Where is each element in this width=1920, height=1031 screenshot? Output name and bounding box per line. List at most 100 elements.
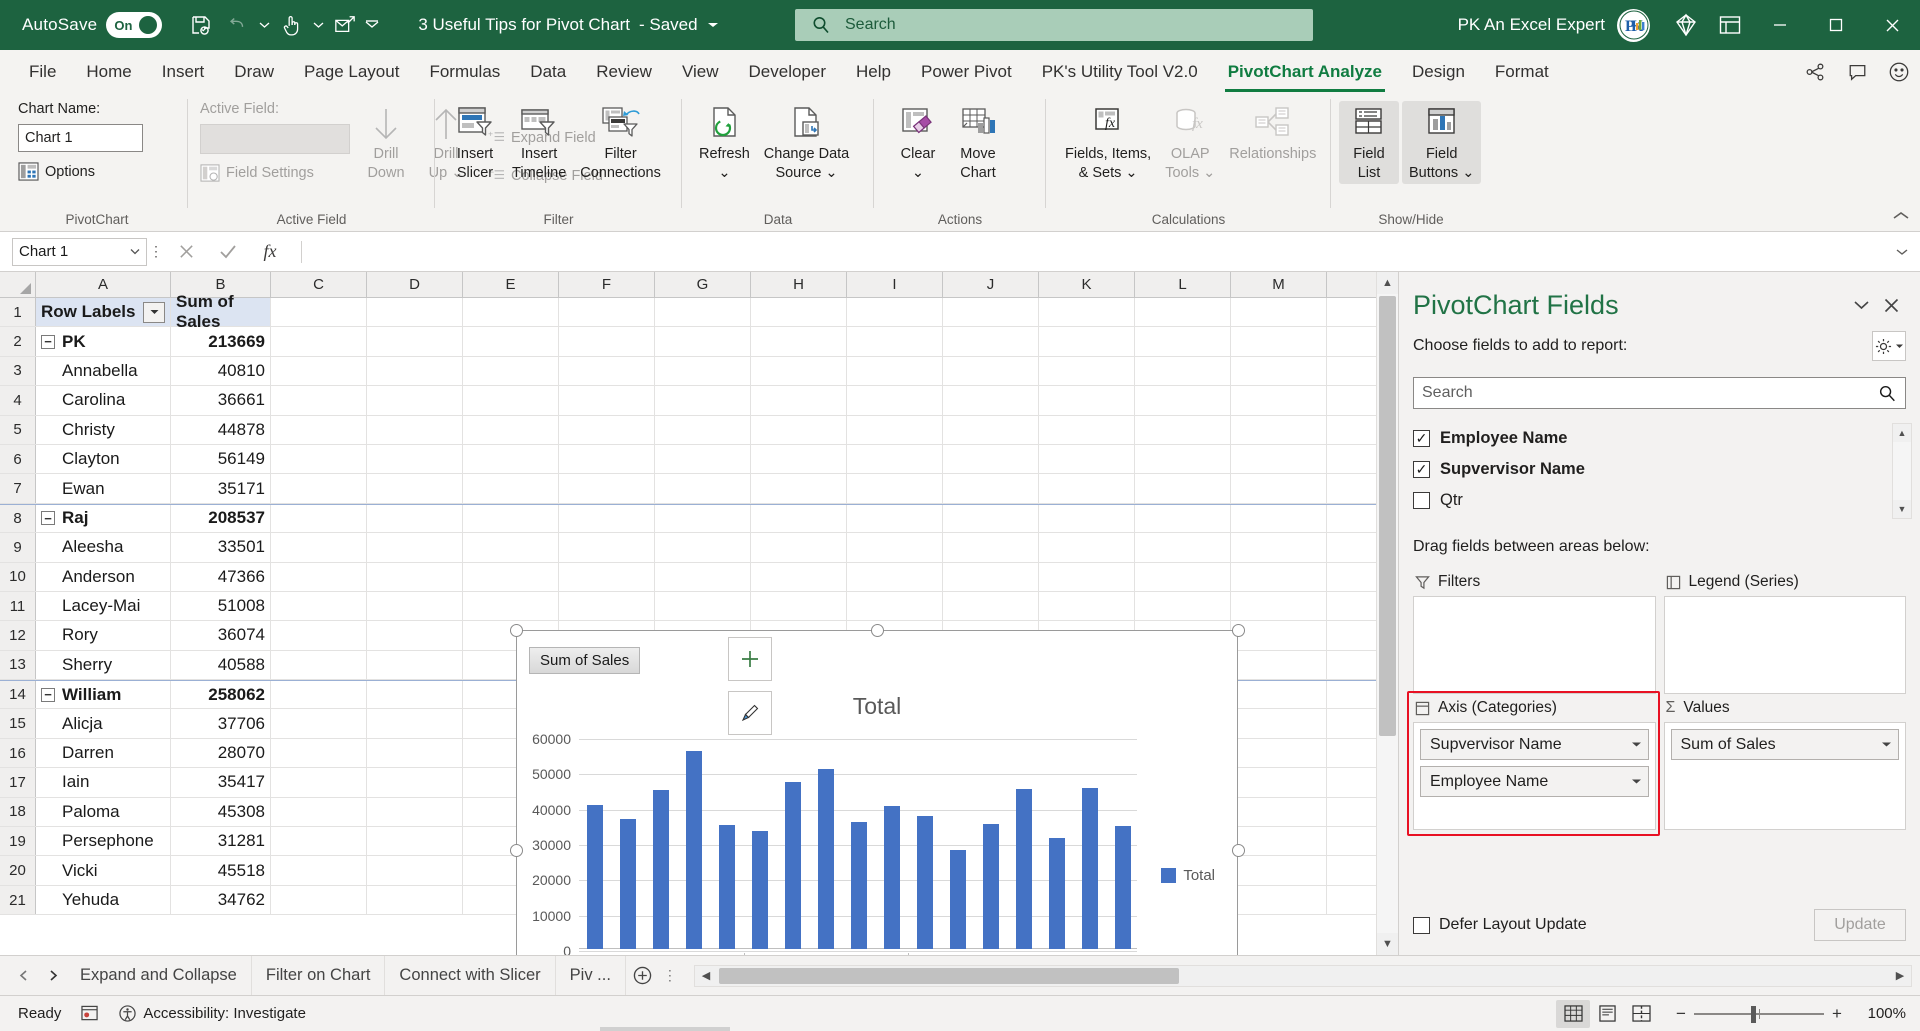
chart-bar[interactable]	[851, 821, 867, 949]
vertical-scrollbar[interactable]: ▲ ▼	[1376, 272, 1398, 955]
chart-styles-button[interactable]	[728, 691, 772, 735]
customize-qat-icon[interactable]	[364, 8, 380, 42]
cell-f[interactable]	[559, 298, 655, 327]
cell-m[interactable]	[1231, 504, 1327, 533]
cell-m[interactable]	[1231, 650, 1327, 680]
table-row[interactable]: 11 Lacey-Mai 51008	[0, 591, 1398, 622]
row-header[interactable]: 20	[0, 856, 36, 885]
zoom-slider[interactable]: − +	[1668, 1001, 1850, 1027]
cell-c[interactable]	[271, 386, 367, 415]
search-box[interactable]	[795, 9, 1313, 41]
cell-b[interactable]: 56149	[171, 444, 271, 474]
cell-f[interactable]	[559, 504, 655, 533]
tab-design[interactable]: Design	[1397, 52, 1480, 92]
zoom-level-label[interactable]: 100%	[1860, 1005, 1920, 1022]
row-header[interactable]: 21	[0, 885, 36, 915]
cell-m[interactable]	[1231, 768, 1327, 797]
cancel-formula-button[interactable]	[165, 237, 207, 267]
cell-g[interactable]	[655, 562, 751, 591]
hscroll-right-button[interactable]: ▶	[1889, 966, 1911, 986]
sheet-tab-filter-on-chart[interactable]: Filter on Chart	[252, 955, 386, 996]
area-dropzone-axis[interactable]: Supvervisor Name Employee Name	[1413, 722, 1656, 830]
undo-icon[interactable]	[220, 8, 254, 42]
field-item-employee-name[interactable]: ✓ Employee Name	[1413, 423, 1906, 454]
cell-c[interactable]	[271, 797, 367, 827]
chart-bar[interactable]	[752, 830, 769, 949]
drill-down-button[interactable]: Drill Down	[356, 101, 416, 212]
tab-file[interactable]: File	[14, 52, 71, 92]
cell-a[interactable]: Alicja	[36, 709, 171, 738]
cell-e[interactable]	[463, 327, 559, 356]
cell-b[interactable]: 35417	[171, 768, 271, 797]
cell-m[interactable]	[1231, 298, 1327, 327]
cell-e[interactable]	[463, 504, 559, 533]
cell-c[interactable]	[271, 650, 367, 680]
collapse-group-button[interactable]: −	[41, 687, 55, 702]
row-header[interactable]: 4	[0, 386, 36, 415]
cell-a[interactable]: Sherry	[36, 650, 171, 680]
cell-d[interactable]	[367, 856, 463, 885]
cell-m[interactable]	[1231, 738, 1327, 768]
cell-j[interactable]	[943, 386, 1039, 415]
row-header[interactable]: 15	[0, 709, 36, 738]
cell-i[interactable]	[847, 504, 943, 533]
zoom-in-button[interactable]: +	[1824, 1001, 1850, 1027]
scroll-down-button[interactable]: ▼	[1377, 933, 1398, 955]
table-row[interactable]: 3 Annabella 40810	[0, 356, 1398, 387]
document-title[interactable]: 3 Useful Tips for Pivot Chart - Saved	[418, 15, 718, 35]
cell-c[interactable]	[271, 415, 367, 444]
cell-d[interactable]	[367, 621, 463, 650]
chart-bar[interactable]	[818, 768, 835, 949]
cell-c[interactable]	[271, 738, 367, 768]
cell-k[interactable]	[1039, 474, 1135, 503]
cell-c[interactable]	[271, 356, 367, 386]
cell-d[interactable]	[367, 444, 463, 474]
cell-m[interactable]	[1231, 474, 1327, 503]
cell-h[interactable]	[751, 327, 847, 356]
tab-data[interactable]: Data	[515, 52, 581, 92]
cell-g[interactable]	[655, 298, 751, 327]
cell-e[interactable]	[463, 356, 559, 386]
cell-k[interactable]	[1039, 298, 1135, 327]
cell-a[interactable]: Rory	[36, 621, 171, 650]
cell-d[interactable]	[367, 797, 463, 827]
name-box[interactable]: Chart 1	[12, 237, 147, 266]
cell-l[interactable]	[1135, 562, 1231, 591]
tab-pivotchart-analyze[interactable]: PivotChart Analyze	[1213, 52, 1397, 92]
cell-i[interactable]	[847, 386, 943, 415]
cell-g[interactable]	[655, 356, 751, 386]
cell-d[interactable]	[367, 474, 463, 503]
cell-i[interactable]	[847, 327, 943, 356]
diamond-icon[interactable]	[1664, 0, 1708, 50]
zoom-knob[interactable]	[1751, 1005, 1757, 1023]
filter-connections-button[interactable]: Filter Connections	[573, 101, 668, 184]
cell-a[interactable]: Clayton	[36, 444, 171, 474]
column-header-i[interactable]: I	[847, 272, 943, 297]
row-header[interactable]: 11	[0, 591, 36, 621]
scroll-up-button[interactable]: ▲	[1377, 272, 1398, 294]
cell-b[interactable]: 31281	[171, 827, 271, 856]
formula-bar-options-icon[interactable]: ⋮	[147, 243, 165, 260]
row-header[interactable]: 8	[0, 504, 36, 533]
cell-d[interactable]	[367, 650, 463, 680]
cell-b[interactable]: 36661	[171, 386, 271, 415]
cell-k[interactable]	[1039, 562, 1135, 591]
enter-formula-button[interactable]	[207, 237, 249, 267]
cell-c[interactable]	[271, 444, 367, 474]
horizontal-scroll-thumb[interactable]	[718, 967, 1179, 984]
row-header[interactable]: 19	[0, 827, 36, 856]
clear-button[interactable]: Clear ⌄	[888, 101, 948, 184]
autosave-control[interactable]: AutoSave On	[22, 12, 163, 38]
cell-b[interactable]: 40588	[171, 650, 271, 680]
previous-sheet-icon[interactable]	[10, 963, 36, 989]
cell-d[interactable]	[367, 885, 463, 915]
row-header[interactable]: 16	[0, 738, 36, 768]
cell-m[interactable]	[1231, 827, 1327, 856]
cell-l[interactable]	[1135, 327, 1231, 356]
table-row[interactable]: 1 Row Labels Sum of Sales	[0, 292, 1398, 331]
row-header[interactable]: 5	[0, 415, 36, 444]
cell-e[interactable]	[463, 444, 559, 474]
table-row[interactable]: 9 Aleesha 33501	[0, 533, 1398, 563]
cell-e[interactable]	[463, 298, 559, 327]
cell-m[interactable]	[1231, 681, 1327, 709]
